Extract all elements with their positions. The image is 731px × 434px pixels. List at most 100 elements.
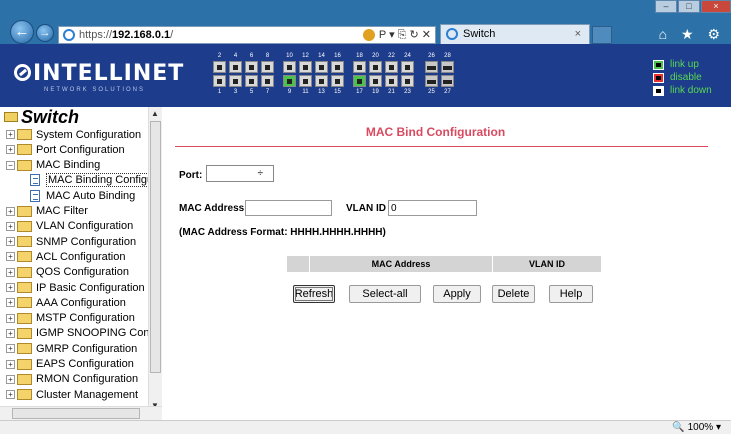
port-26-icon[interactable] — [425, 61, 438, 73]
select-all-button[interactable]: Select-all — [349, 285, 421, 303]
expand-icon[interactable]: + — [6, 298, 15, 308]
sidebar-item-label: Cluster Management — [36, 388, 139, 401]
sidebar-item[interactable]: + Port Configuration — [6, 142, 125, 157]
port-6-icon[interactable] — [245, 61, 258, 73]
delete-button[interactable]: Delete — [492, 285, 535, 303]
port-7-icon[interactable] — [261, 75, 274, 87]
window-controls: – □ × — [654, 0, 731, 13]
port-16-icon[interactable] — [331, 61, 344, 73]
expand-icon[interactable]: + — [6, 130, 15, 139]
expand-icon[interactable]: + — [6, 328, 15, 338]
zoom-icon: 🔍 — [672, 422, 685, 433]
port-4-icon[interactable] — [229, 61, 242, 73]
port-1-icon[interactable] — [213, 75, 226, 87]
port-select[interactable]: ÷ — [206, 165, 274, 182]
port-5-icon[interactable] — [245, 75, 258, 87]
browser-tool-icons[interactable]: ⌂ ★ ⚙ — [659, 26, 725, 43]
expand-icon[interactable]: + — [6, 267, 15, 277]
port-18-icon[interactable] — [353, 61, 366, 73]
minimize-button[interactable]: – — [655, 0, 677, 13]
sidebar-horizontal-scrollbar[interactable] — [0, 406, 162, 420]
sidebar-item-label: SNMP Configuration — [36, 235, 137, 248]
port-10-icon[interactable] — [283, 61, 296, 73]
port-11-icon[interactable] — [299, 75, 312, 87]
mac-address-input[interactable] — [245, 200, 332, 216]
port-22-icon[interactable] — [385, 61, 398, 73]
sidebar-item[interactable]: + IP Basic Configuration — [6, 280, 145, 295]
port-28-icon[interactable] — [441, 61, 454, 73]
port-13-icon[interactable] — [315, 75, 328, 87]
expand-icon[interactable]: + — [6, 374, 15, 384]
expand-icon[interactable]: + — [6, 283, 15, 292]
expand-icon[interactable]: + — [6, 221, 15, 231]
sidebar-item-label: Port Configuration — [36, 143, 125, 156]
port-8-icon[interactable] — [261, 61, 274, 73]
address-bar-icons[interactable]: P ▾ ⎘ ↻ ✕ — [362, 27, 431, 43]
port-15-icon[interactable] — [331, 75, 344, 87]
tab-ie-icon — [446, 28, 458, 40]
expand-icon[interactable]: + — [6, 145, 15, 155]
sidebar-item[interactable]: + System Configuration — [6, 127, 141, 142]
port-12-icon[interactable] — [299, 61, 312, 73]
sidebar-item[interactable]: + MSTP Configuration — [6, 311, 135, 326]
forward-button[interactable]: → — [36, 24, 54, 42]
help-button[interactable]: Help — [549, 285, 593, 303]
sidebar-item[interactable]: + SNMP Configuration — [6, 234, 136, 249]
sidebar-item[interactable]: + RMON Configuration — [6, 372, 138, 387]
scroll-up-icon[interactable]: ▲ — [151, 109, 159, 118]
sidebar-item[interactable]: + QOS Configuration — [6, 265, 129, 280]
expand-icon[interactable]: + — [6, 237, 15, 247]
port-23-icon[interactable] — [401, 75, 414, 87]
port-number-label: 20 — [372, 53, 379, 59]
close-window-button[interactable]: × — [701, 0, 731, 13]
port-25-icon[interactable] — [425, 75, 438, 87]
back-button[interactable]: ← — [10, 20, 34, 44]
expand-icon[interactable]: + — [6, 252, 15, 262]
vlan-id-input[interactable] — [388, 200, 477, 216]
port-14-icon[interactable] — [315, 61, 328, 73]
expand-icon[interactable]: + — [6, 313, 15, 323]
expand-icon[interactable]: + — [6, 359, 15, 369]
expand-icon[interactable]: + — [6, 390, 15, 400]
sidebar-item[interactable]: + Cluster Management — [6, 387, 138, 402]
sidebar-item-label: AAA Configuration — [36, 296, 126, 309]
sidebar-item[interactable]: − MAC Binding — [6, 158, 100, 173]
port-2-icon[interactable] — [213, 61, 226, 73]
collapse-icon[interactable]: − — [6, 160, 15, 170]
certificate-icon[interactable] — [362, 29, 375, 42]
port-status-swatch-icon — [653, 85, 664, 96]
logo-text: INTELLINET — [33, 61, 185, 86]
sidebar-item[interactable]: + VLAN Configuration — [6, 219, 133, 234]
sidebar-item[interactable]: + IGMP SNOOPING Config — [6, 326, 161, 341]
sidebar-item[interactable]: + GMRP Configuration — [6, 341, 137, 356]
port-24-icon[interactable] — [401, 61, 414, 73]
expand-icon[interactable]: + — [6, 344, 15, 354]
port-19-icon[interactable] — [369, 75, 382, 87]
tab-switch[interactable]: Switch × — [440, 24, 590, 44]
sidebar-item[interactable]: + MAC Filter — [6, 204, 88, 219]
port-number-label: 15 — [334, 89, 341, 95]
tab-close-icon[interactable]: × — [575, 25, 581, 44]
sidebar-title[interactable]: Switch — [4, 107, 79, 128]
maximize-button[interactable]: □ — [678, 0, 700, 13]
apply-button[interactable]: Apply — [433, 285, 481, 303]
sidebar-item[interactable]: + ACL Configuration — [6, 249, 125, 264]
port-17-icon[interactable] — [353, 75, 366, 87]
port-20-icon[interactable] — [369, 61, 382, 73]
hscrollbar-thumb[interactable] — [12, 408, 140, 419]
port-21-icon[interactable] — [385, 75, 398, 87]
sidebar-item[interactable]: MAC Binding Configura — [30, 173, 161, 188]
new-tab-button[interactable] — [592, 26, 612, 44]
port-3-icon[interactable] — [229, 75, 242, 87]
sidebar-item[interactable]: + AAA Configuration — [6, 295, 126, 310]
refresh-button[interactable]: Refresh — [293, 285, 335, 303]
port-27-icon[interactable] — [441, 75, 454, 87]
expand-icon[interactable]: + — [6, 206, 15, 216]
scrollbar-thumb[interactable] — [150, 121, 161, 373]
sidebar-vertical-scrollbar[interactable]: ▲ ▼ — [148, 107, 162, 412]
zoom-control[interactable]: 🔍 100% ▾ — [672, 422, 721, 433]
sidebar-item[interactable]: MAC Auto Binding — [30, 188, 135, 203]
address-bar[interactable]: https://192.168.0.1/ P ▾ ⎘ ↻ ✕ — [58, 26, 436, 44]
port-9-icon[interactable] — [283, 75, 296, 87]
sidebar-item[interactable]: + EAPS Configuration — [6, 357, 134, 372]
